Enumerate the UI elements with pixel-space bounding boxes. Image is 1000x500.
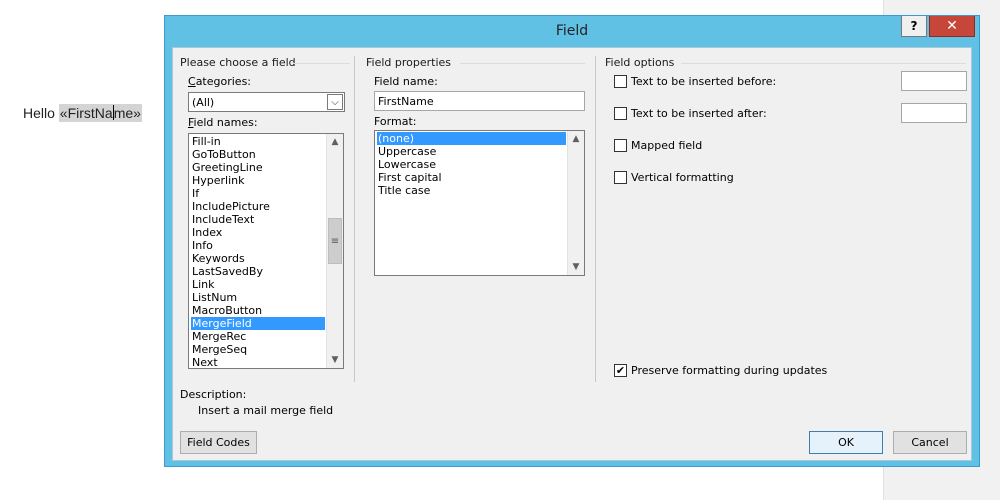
separator-2 [595,56,596,382]
field-name-item[interactable]: If [191,187,325,200]
field-names-listbox[interactable]: ▲ ≡ ▼ Fill-in GoToButton GreetingLine Hyper… [188,133,344,369]
format-item[interactable]: (none) [377,132,566,145]
field-names-scrollbar[interactable]: ▲ ≡ ▼ [326,134,343,368]
field-name-item[interactable]: Index [191,226,325,239]
scroll-down-icon[interactable]: ▼ [568,259,584,275]
field-name-item[interactable]: IncludeText [191,213,325,226]
option-label: Vertical formatting [631,171,734,184]
preserve-formatting-checkbox[interactable]: ✔ [614,364,627,377]
preserve-formatting-label: Preserve formatting during updates [631,364,828,377]
field-name-item[interactable]: Next [191,356,325,368]
cancel-button[interactable]: Cancel [893,431,967,454]
field-dialog: Field ? ✕ Please choose a field Categori… [164,15,980,467]
dialog-titlebar[interactable]: Field ? ✕ [165,16,979,46]
format-listbox[interactable]: ▲ ▼ (none) Uppercase Lowercase First capita… [374,130,585,276]
field-name-item[interactable]: LastSavedBy [191,265,325,278]
field-options-group-title: Field options [605,56,675,69]
field-codes-button[interactable]: Field Codes [180,431,257,454]
close-button[interactable]: ✕ [929,16,975,37]
option-label: Text to be inserted before: [631,75,777,88]
field-name-item[interactable]: Keywords [191,252,325,265]
option-label: Text to be inserted after: [631,107,767,120]
categories-combobox[interactable]: (All) ⌵ [188,92,345,112]
option-checkbox[interactable] [614,139,627,152]
categories-label: Categories: [188,75,252,88]
grip-icon: ≡ [330,235,340,247]
option-checkbox[interactable] [614,171,627,184]
field-name-item[interactable]: MergeRec [191,330,325,343]
description-label: Description: [180,388,247,401]
merge-field-text-start: «FirstNa [59,105,113,121]
field-name-item[interactable]: Info [191,239,325,252]
field-name-item[interactable]: MergeField [191,317,325,330]
option-label: Mapped field [631,139,703,152]
option-checkbox[interactable] [614,107,627,120]
field-properties-group-title: Field properties [366,56,452,69]
field-name-item[interactable]: IncludePicture [191,200,325,213]
help-button[interactable]: ? [901,16,927,37]
format-item[interactable]: Title case [377,184,566,197]
field-name-item[interactable]: Hyperlink [191,174,325,187]
format-item[interactable]: First capital [377,171,566,184]
group-divider [460,63,585,64]
chevron-down-icon[interactable]: ⌵ [327,94,343,110]
format-scrollbar[interactable]: ▲ ▼ [567,131,584,275]
scroll-up-icon[interactable]: ▲ [568,131,584,147]
scroll-thumb[interactable]: ≡ [328,218,342,264]
field-name-label: Field name: [374,75,438,88]
ok-button[interactable]: OK [809,431,883,454]
option-text-input[interactable] [901,103,967,123]
dialog-client-area: Please choose a field Categories: (All) … [172,47,972,461]
format-label: Format: [374,115,417,128]
field-names-label-text: ield names: [193,116,258,129]
field-name-value: FirstName [378,95,434,108]
categories-label-text: ategories: [195,75,252,88]
field-name-item[interactable]: MacroButton [191,304,325,317]
document-greeting: Hello [23,105,59,121]
field-name-item[interactable]: MergeSeq [191,343,325,356]
field-name-item[interactable]: Link [191,278,325,291]
option-checkbox[interactable] [614,75,627,88]
description-text: Insert a mail merge field [198,404,334,417]
field-name-item[interactable]: GoToButton [191,148,325,161]
field-name-item[interactable]: ListNum [191,291,325,304]
scroll-up-icon[interactable]: ▲ [327,134,343,150]
scroll-down-icon[interactable]: ▼ [327,352,343,368]
group-divider [681,63,966,64]
field-names-label: Field names: [188,116,258,129]
document-text[interactable]: Hello «FirstName» [23,104,142,122]
categories-value: (All) [192,96,215,109]
format-item[interactable]: Lowercase [377,158,566,171]
format-item[interactable]: Uppercase [377,145,566,158]
field-name-item[interactable]: GreetingLine [191,161,325,174]
field-name-input[interactable]: FirstName [374,91,585,111]
dialog-title: Field [555,23,589,39]
choose-field-group-title: Please choose a field [180,56,296,69]
field-name-item[interactable]: Fill-in [191,135,325,148]
separator-1 [354,56,355,382]
option-text-input[interactable] [901,71,967,91]
merge-field-firstname[interactable]: «FirstName» [58,104,142,122]
group-divider [293,63,350,64]
merge-field-text-end: me» [113,105,141,121]
